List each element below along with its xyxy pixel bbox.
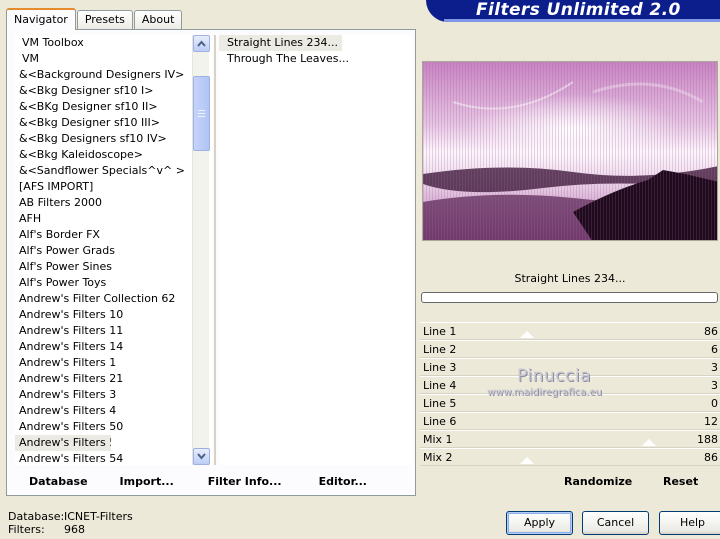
category-item[interactable]: Andrew's Filters 3 xyxy=(15,387,212,403)
param-value: 86 xyxy=(704,451,718,464)
category-item[interactable]: &<Bkg Kaleidoscope> xyxy=(15,147,212,163)
status-area: Database:ICNET-Filters Filters: 968 xyxy=(8,510,133,536)
chevron-down-icon xyxy=(197,453,206,460)
category-item[interactable]: Andrew's Filters 14 xyxy=(15,339,212,355)
filter-info-button[interactable]: Filter Info... xyxy=(206,475,284,488)
status-database-value: ICNET-Filters xyxy=(64,510,133,523)
category-scrollbar[interactable] xyxy=(192,35,210,465)
watermark-url: www.maidiregrafica.eu xyxy=(487,387,602,398)
param-value: 188 xyxy=(697,433,718,446)
category-item[interactable]: &<Sandflower Specials^v^ > xyxy=(15,163,212,179)
category-item[interactable]: AB Filters 2000 xyxy=(15,195,212,211)
param-value: 3 xyxy=(711,361,718,374)
param-name: Line 4 xyxy=(423,379,457,392)
chevron-up-icon xyxy=(197,40,206,47)
param-slider-handle[interactable] xyxy=(520,457,534,464)
param-row[interactable]: Mix 1 188 xyxy=(420,430,720,448)
param-slider-handle[interactable] xyxy=(642,439,656,446)
category-item[interactable]: &<Bkg Designers sf10 IV> xyxy=(15,131,212,147)
preview-image xyxy=(422,61,718,241)
category-list[interactable]: VM Toolbox VM &<Background Designers IV> &<… xyxy=(15,35,212,465)
param-value: 12 xyxy=(704,415,718,428)
apply-button[interactable]: Apply xyxy=(506,511,573,535)
param-value: 6 xyxy=(711,343,718,356)
status-filters-label: Filters: xyxy=(8,523,45,536)
param-value: 0 xyxy=(711,397,718,410)
progress-bar xyxy=(421,292,718,303)
tab-about[interactable]: About xyxy=(133,10,183,29)
param-slider-handle[interactable] xyxy=(520,331,534,338)
status-database-label: Database: xyxy=(8,510,65,523)
category-item[interactable]: [AFS IMPORT] xyxy=(15,179,212,195)
navigator-panel: VM Toolbox VM &<Background Designers IV> &<… xyxy=(6,29,416,496)
category-item[interactable]: &<Background Designers IV> xyxy=(15,67,212,83)
navigator-toolbar: Database Import... Filter Info... Editor… xyxy=(12,468,412,494)
category-item[interactable]: Andrew's Filters 11 xyxy=(15,323,212,339)
param-name: Mix 2 xyxy=(423,451,453,464)
category-item[interactable]: Andrew's Filters 54 xyxy=(15,451,212,465)
category-item[interactable]: &<BKg Designer sf10 II> xyxy=(15,99,212,115)
category-item[interactable]: Andrew's Filters 4 xyxy=(15,403,212,419)
category-item[interactable]: Alf's Power Toys xyxy=(15,275,212,291)
category-item[interactable]: Andrew's Filter Collection 62 xyxy=(15,291,212,307)
param-name: Line 2 xyxy=(423,343,457,356)
param-name: Line 3 xyxy=(423,361,457,374)
filter-item[interactable]: Through The Leaves... xyxy=(219,51,412,67)
param-name: Line 6 xyxy=(423,415,457,428)
param-row[interactable]: Mix 2 86 xyxy=(420,448,720,466)
reset-button[interactable]: Reset xyxy=(663,475,698,488)
tab-presets[interactable]: Presets xyxy=(76,10,133,29)
randomize-button[interactable]: Randomize xyxy=(564,475,632,488)
category-item-selected[interactable]: Andrew's Filters 51 xyxy=(15,435,111,451)
category-item[interactable]: Alf's Power Grads xyxy=(15,243,212,259)
tab-strip: Navigator Presets About xyxy=(6,7,183,30)
category-item[interactable]: &<Bkg Designer sf10 III> xyxy=(15,115,212,131)
param-name: Line 5 xyxy=(423,397,457,410)
param-row[interactable]: Line 6 12 xyxy=(420,412,720,430)
database-button[interactable]: Database xyxy=(27,475,90,488)
import-button[interactable]: Import... xyxy=(118,475,176,488)
category-item[interactable]: VM Toolbox xyxy=(15,35,212,51)
category-item[interactable]: AFH xyxy=(15,211,212,227)
tab-navigator[interactable]: Navigator xyxy=(6,8,76,30)
watermark-name: Pinuccia xyxy=(517,366,591,386)
list-divider[interactable] xyxy=(214,35,216,465)
scroll-down-button[interactable] xyxy=(193,448,210,465)
app-title: Filters Unlimited 2.0 xyxy=(476,0,681,20)
category-item[interactable]: &<Bkg Designer sf10 I> xyxy=(15,83,212,99)
grip-icon xyxy=(198,110,205,117)
filter-list[interactable]: Straight Lines 234... Through The Leaves… xyxy=(219,35,412,465)
category-item[interactable]: Andrew's Filters 21 xyxy=(15,371,212,387)
category-item[interactable]: Andrew's Filters 1 xyxy=(15,355,212,371)
param-name: Mix 1 xyxy=(423,433,453,446)
scroll-up-button[interactable] xyxy=(193,35,210,52)
preview-graphic xyxy=(423,62,717,240)
param-value: 3 xyxy=(711,379,718,392)
preview-filter-name: Straight Lines 234... xyxy=(514,272,626,285)
title-banner: Filters Unlimited 2.0 xyxy=(426,0,720,22)
status-filters-value: 968 xyxy=(64,523,85,536)
help-button[interactable]: Help xyxy=(659,511,720,535)
param-name: Line 1 xyxy=(423,325,457,338)
category-item[interactable]: Alf's Power Sines xyxy=(15,259,212,275)
category-item[interactable]: VM xyxy=(15,51,212,67)
filter-item-selected[interactable]: Straight Lines 234... xyxy=(219,35,343,51)
cancel-button[interactable]: Cancel xyxy=(582,511,649,535)
scroll-thumb[interactable] xyxy=(193,76,210,151)
param-row[interactable]: Line 2 6 xyxy=(420,340,720,358)
category-item[interactable]: Andrew's Filters 10 xyxy=(15,307,212,323)
editor-button[interactable]: Editor... xyxy=(317,475,369,488)
param-row[interactable]: Line 1 86 xyxy=(420,322,720,340)
category-item[interactable]: Andrew's Filters 50 xyxy=(15,419,212,435)
param-value: 86 xyxy=(704,325,718,338)
category-item[interactable]: Alf's Border FX xyxy=(15,227,212,243)
